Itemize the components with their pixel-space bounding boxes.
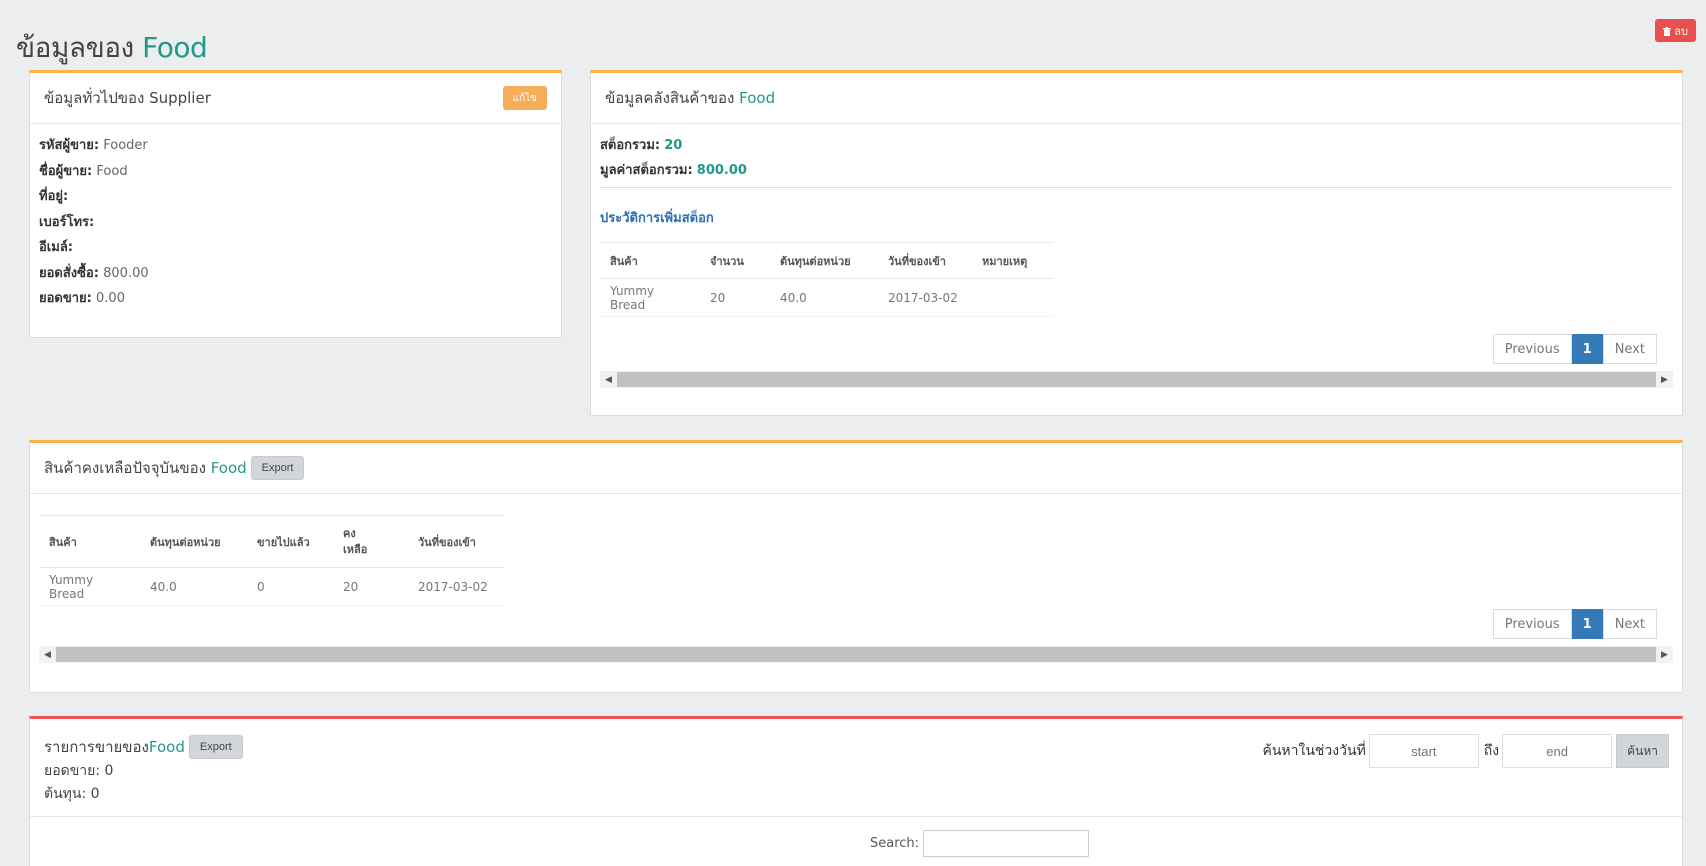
info-row-name: ชื่อผู้ขาย: Food	[39, 163, 128, 179]
total-stock-value: มูลค่าสต็อกรวม: 800.00	[600, 163, 747, 178]
col-remaining: คง เหลือ	[333, 515, 408, 568]
start-date-input[interactable]	[1368, 734, 1479, 768]
pager-next[interactable]: Next	[1602, 334, 1657, 364]
info-row-orders: ยอดสั่งซื้อ: 800.00	[39, 265, 149, 281]
delete-button[interactable]: ลบ	[1655, 19, 1696, 42]
col-qty: จำนวน	[700, 242, 770, 279]
remaining-stock-table: สินค้า ต้นทุนต่อหน่วย ขายไปแล้ว คง เหลือ…	[39, 515, 504, 606]
edit-button[interactable]: แก้ไข	[502, 86, 547, 110]
sales-export-button[interactable]: Export	[188, 735, 243, 759]
sales-title: รายการขายของFood	[44, 738, 185, 756]
supplier-info-header: ข้อมูลทั่วไปของ Supplier แก้ไข	[30, 73, 561, 124]
scroll-right-icon[interactable]: ▶	[1656, 646, 1673, 663]
info-row-address: ที่อยู่:	[39, 189, 69, 204]
pager-next[interactable]: Next	[1602, 609, 1657, 639]
col-unit-cost: ต้นทุนต่อหน่วย	[770, 242, 878, 279]
remaining-export-button[interactable]: Export	[250, 456, 305, 480]
pager-previous[interactable]: Previous	[1492, 609, 1572, 639]
supplier-info-box: ข้อมูลทั่วไปของ Supplier แก้ไข รหัสผู้ขา…	[29, 70, 562, 338]
pager-page-1[interactable]: 1	[1571, 334, 1603, 364]
table-search: Search:	[870, 830, 1090, 857]
col-product: สินค้า	[600, 242, 700, 279]
sales-box: รายการขายของFood Export ยอดขาย: 0 ต้นทุน…	[29, 716, 1683, 866]
info-row-phone: เบอร์โทร:	[39, 214, 95, 230]
page-title-prefix: ข้อมูลของ	[16, 31, 134, 64]
pager-page-1[interactable]: 1	[1571, 609, 1603, 639]
date-range-label: ค้นหาในช่วงวันที่	[1262, 743, 1366, 759]
end-date-input[interactable]	[1502, 734, 1613, 768]
remaining-horizontal-scrollbar[interactable]: ◀ ▶	[39, 646, 1673, 663]
stock-info-header: ข้อมูลคลังสินค้าของ Food	[591, 73, 1682, 124]
stock-history-table: สินค้า จำนวน ต้นทุนต่อหน่วย วันที่ของเข้…	[600, 242, 1054, 317]
col-unit-cost: ต้นทุนต่อหน่วย	[140, 515, 247, 568]
scroll-left-icon[interactable]: ◀	[600, 371, 617, 388]
remaining-stock-title: สินค้าคงเหลือปัจจุบันของ Food	[44, 459, 247, 477]
col-date-in: วันที่ของเข้า	[878, 242, 972, 279]
stock-info-title: ข้อมูลคลังสินค้าของ Food	[605, 89, 776, 107]
delete-label: ลบ	[1674, 26, 1688, 38]
stock-history-title: ประวัติการเพิ่มสต็อก	[600, 211, 714, 226]
col-note: หมายเหตุ	[972, 242, 1054, 279]
stock-pager: Previous 1 Next	[1492, 334, 1657, 364]
date-search-button[interactable]: ค้นหา	[1616, 734, 1669, 768]
total-stock: สต็อกรวม: 20	[600, 138, 683, 153]
stock-horizontal-scrollbar[interactable]: ◀ ▶	[600, 371, 1673, 388]
table-row: Yummy Bread 20 40.0 2017-03-02	[600, 278, 1054, 317]
search-input[interactable]	[923, 830, 1090, 857]
page-title-name: Food	[142, 31, 208, 64]
col-date-in: วันที่ของเข้า	[408, 515, 504, 568]
scroll-left-icon[interactable]: ◀	[39, 646, 56, 663]
supplier-info-list: รหัสผู้ขาย: Fooder ชื่อผู้ขาย: Food ที่อ…	[30, 124, 561, 323]
info-row-sales: ยอดขาย: 0.00	[39, 291, 125, 306]
pager-previous[interactable]: Previous	[1492, 334, 1572, 364]
sales-header: รายการขายของFood Export ยอดขาย: 0 ต้นทุน…	[30, 719, 1682, 817]
info-row-code: รหัสผู้ขาย: Fooder	[39, 138, 148, 153]
table-row: Yummy Bread 40.0 0 20 2017-03-02	[39, 567, 504, 606]
remaining-stock-box: สินค้าคงเหลือปัจจุบันของ Food Export สิน…	[29, 440, 1683, 693]
stock-info-box: ข้อมูลคลังสินค้าของ Food สต็อกรวม: 20 มู…	[590, 70, 1683, 416]
trash-icon	[1663, 26, 1674, 38]
scroll-right-icon[interactable]: ▶	[1656, 371, 1673, 388]
page-title: ข้อมูลของ Food	[16, 26, 208, 70]
remaining-stock-header: สินค้าคงเหลือปัจจุบันของ Food Export	[30, 443, 1682, 494]
to-label: ถึง	[1483, 743, 1500, 759]
col-product: สินค้า	[39, 515, 140, 568]
date-range-search: ค้นหาในช่วงวันที่ ถึง ค้นหา	[1262, 734, 1669, 768]
scroll-thumb[interactable]	[56, 647, 1656, 662]
scroll-thumb[interactable]	[617, 372, 1656, 387]
info-row-email: อีเมล์:	[39, 240, 73, 255]
sales-cost: ต้นทุน: 0	[44, 786, 100, 802]
supplier-info-title: ข้อมูลทั่วไปของ Supplier	[44, 89, 211, 107]
remaining-pager: Previous 1 Next	[1492, 609, 1657, 639]
col-sold: ขายไปแล้ว	[247, 515, 333, 568]
search-label: Search:	[870, 836, 920, 851]
